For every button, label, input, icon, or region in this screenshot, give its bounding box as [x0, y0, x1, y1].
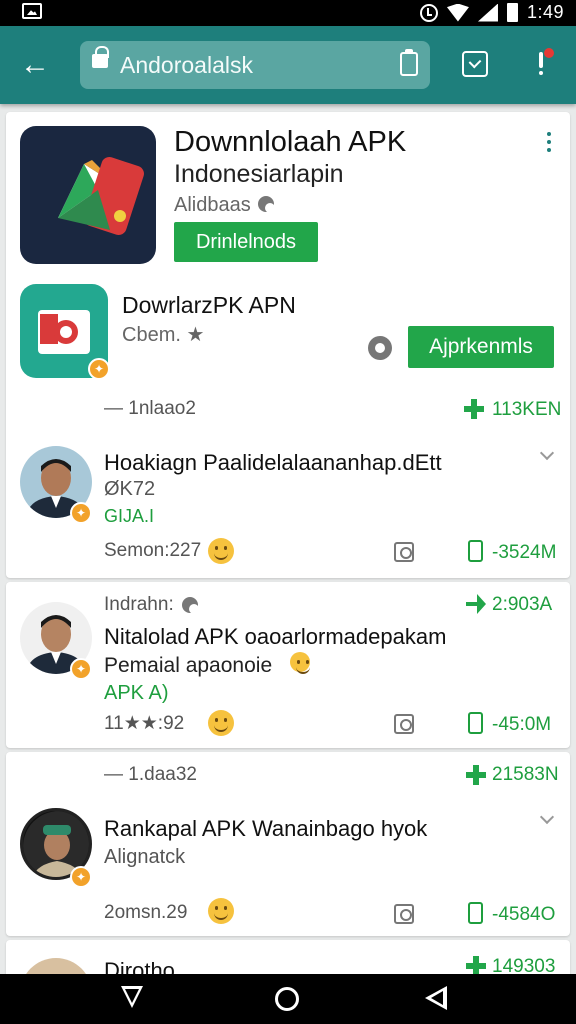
more-options-icon[interactable]: [546, 132, 552, 156]
back-arrow-icon[interactable]: ←: [20, 50, 50, 80]
download-button[interactable]: Drinlelnods: [174, 222, 318, 262]
nav-recents-icon[interactable]: [425, 986, 447, 1010]
play-logo-icon: [58, 157, 144, 235]
list-item-size: -45:0M: [492, 714, 552, 735]
alarm-icon: [419, 3, 438, 22]
wifi-icon: [446, 3, 469, 22]
list-item-title[interactable]: Hoakiagn Paalidelalaananhap.dEtt: [104, 450, 442, 476]
list-item-header-right: 21583N: [492, 764, 559, 785]
clipboard-icon[interactable]: [400, 49, 418, 76]
verified-badge-icon: ✦: [70, 502, 92, 524]
status-bar: 1:49: [0, 0, 576, 26]
smile-icon: [208, 710, 234, 736]
featured-subtitle: Indonesiarlapin: [174, 160, 344, 188]
chevron-down-icon[interactable]: [539, 809, 555, 825]
second-app-meta: Cbem. ★: [122, 324, 205, 346]
list-item-tag: APK A): [104, 682, 169, 704]
second-app-title: DowrlarzPK APN: [122, 292, 296, 318]
lock-icon: [92, 46, 109, 68]
divider-left-text: — 1nlaao2: [104, 398, 196, 419]
featured-card: Downnlolaah APK Indonesiarlapin Alidbaas…: [6, 112, 570, 578]
list-item-size: -4584O: [492, 904, 556, 925]
list-item-size: -3524M: [492, 542, 557, 563]
url-text[interactable]: Andoroalalsk: [120, 52, 253, 79]
status-time: 1:49: [526, 2, 564, 22]
list-item-tag: GIJA.I: [104, 506, 155, 526]
alert-menu-icon[interactable]: [530, 48, 554, 80]
library-icon[interactable]: [394, 904, 414, 924]
list-item-subtitle: ØK72: [104, 478, 156, 500]
browser-toolbar: ← Andoroalalsk: [0, 26, 576, 104]
library-icon[interactable]: [394, 714, 414, 734]
battery-icon: [506, 3, 518, 22]
list-item-meta: Semon:227: [104, 540, 202, 561]
verified-badge-icon: ✦: [70, 658, 92, 680]
list-item-subtitle: Pemaial apaonoie: [104, 654, 273, 677]
arrow-right-icon: [466, 594, 486, 614]
system-nav-bar: [0, 974, 576, 1024]
list-item-meta: 11★★:92: [104, 713, 185, 734]
verified-badge-icon: ✦: [70, 866, 92, 888]
smile-icon: [290, 652, 310, 674]
gear-icon: [258, 196, 275, 213]
settings-gear-icon[interactable]: [368, 336, 392, 360]
nav-home-icon[interactable]: [275, 987, 299, 1011]
divider-right-text: 113KEN: [492, 399, 562, 420]
chevron-down-icon[interactable]: [539, 445, 555, 461]
library-icon[interactable]: [394, 542, 414, 562]
smile-icon: [208, 898, 234, 924]
featured-title: Downnlolaah APK: [174, 126, 407, 158]
tabs-icon[interactable]: [462, 51, 488, 77]
gear-icon: [182, 597, 199, 614]
plus-icon: [464, 399, 484, 419]
phone-icon: [468, 902, 483, 924]
smile-icon: [208, 538, 234, 564]
plus-icon: [466, 956, 486, 976]
list-item-header: Indrahn:: [104, 594, 174, 615]
nav-back-icon[interactable]: [121, 986, 143, 1008]
notification-badge: [544, 48, 554, 58]
list-item-header-right: 2:903A: [492, 594, 553, 615]
featured-app-icon[interactable]: [20, 126, 156, 264]
list-item-title[interactable]: Nitalolad APK oaoarlormadepakam: [104, 624, 446, 650]
list-item-title[interactable]: Rankapal APK Wanainbago hyok: [104, 816, 427, 842]
phone-icon: [468, 712, 483, 734]
signal-icon: [477, 3, 498, 22]
list-item-header: — 1.daa32: [104, 764, 197, 785]
list-card: — 1.daa32 21583N ✦ Rankapal APK Wanainba…: [6, 752, 570, 936]
plus-icon: [466, 765, 486, 785]
list-item-meta: 2omsn.29: [104, 902, 188, 923]
url-bar[interactable]: Andoroalalsk: [80, 41, 430, 89]
gallery-notification-icon: [22, 3, 42, 19]
list-card: Indrahn: 2:903A ✦ Nitalolad APK oaoarlor…: [6, 582, 570, 748]
featured-developer: Alidbaas: [174, 194, 251, 216]
list-item-subtitle: Alignatck: [104, 846, 186, 868]
phone-icon: [468, 540, 483, 562]
verified-badge-icon: ✦: [88, 358, 110, 380]
second-app-button[interactable]: Ajprkenmls: [408, 326, 554, 368]
